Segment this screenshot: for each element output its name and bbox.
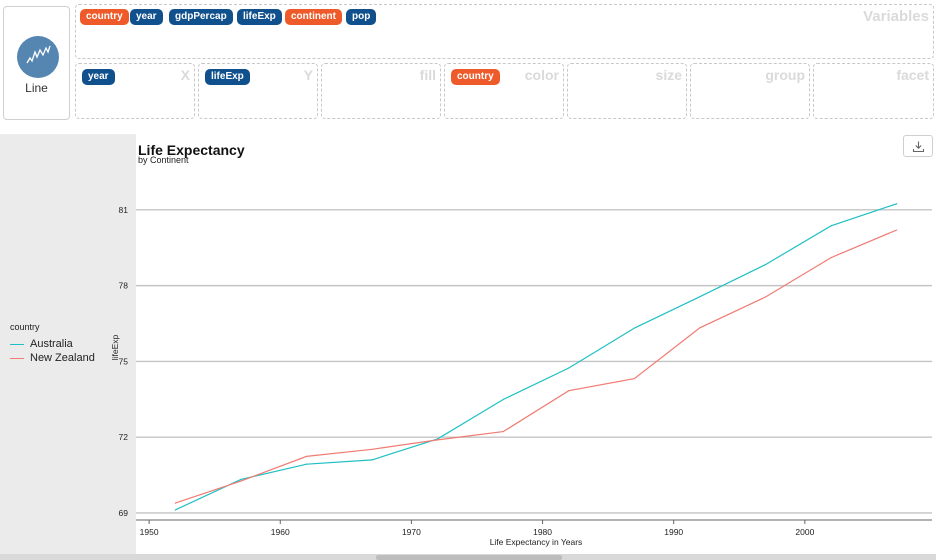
- data-point: [896, 203, 898, 205]
- data-point: [764, 296, 767, 298]
- x-axis-title: Life Expectancy in Years: [490, 537, 583, 547]
- data-point: [830, 225, 832, 227]
- data-point: [371, 459, 373, 461]
- series-line-australia: [175, 203, 897, 511]
- data-point: [633, 377, 635, 380]
- data-point: [568, 390, 570, 392]
- data-point: [896, 229, 898, 231]
- data-point: [240, 480, 242, 482]
- data-point: [764, 264, 767, 266]
- data-point: [633, 327, 635, 329]
- data-point: [830, 256, 832, 259]
- data-point: [371, 448, 373, 450]
- y-tick-label: 72: [119, 432, 129, 442]
- line-chart: 69727578811950 1960 1970 1980 1990 2000Life E…: [110, 203, 932, 547]
- y-tick-label: 78: [119, 281, 129, 291]
- y-tick-label: 81: [119, 205, 129, 215]
- data-point: [240, 478, 242, 480]
- data-point: [305, 463, 308, 465]
- data-point: [502, 398, 504, 401]
- series-line-new-zealand: [175, 229, 897, 504]
- data-point: [568, 367, 570, 369]
- x-tick-label: 2000: [795, 527, 814, 537]
- bottom-scrollbar-thumb[interactable]: [376, 555, 562, 560]
- data-point: [437, 439, 439, 441]
- data-point: [502, 431, 504, 433]
- x-tick-label: 1950: [140, 527, 159, 537]
- x-tick-label: 1960: [271, 527, 290, 537]
- data-point: [174, 509, 176, 511]
- data-point: [174, 502, 176, 504]
- x-tick-label: 1980: [533, 527, 552, 537]
- data-point: [305, 455, 308, 457]
- x-tick-label: 1990: [664, 527, 683, 537]
- y-axis-title: lifeExp: [110, 334, 120, 360]
- y-tick-label: 69: [119, 508, 129, 518]
- x-tick-label: 1970: [402, 527, 421, 537]
- data-point: [699, 296, 701, 298]
- data-point: [699, 327, 701, 329]
